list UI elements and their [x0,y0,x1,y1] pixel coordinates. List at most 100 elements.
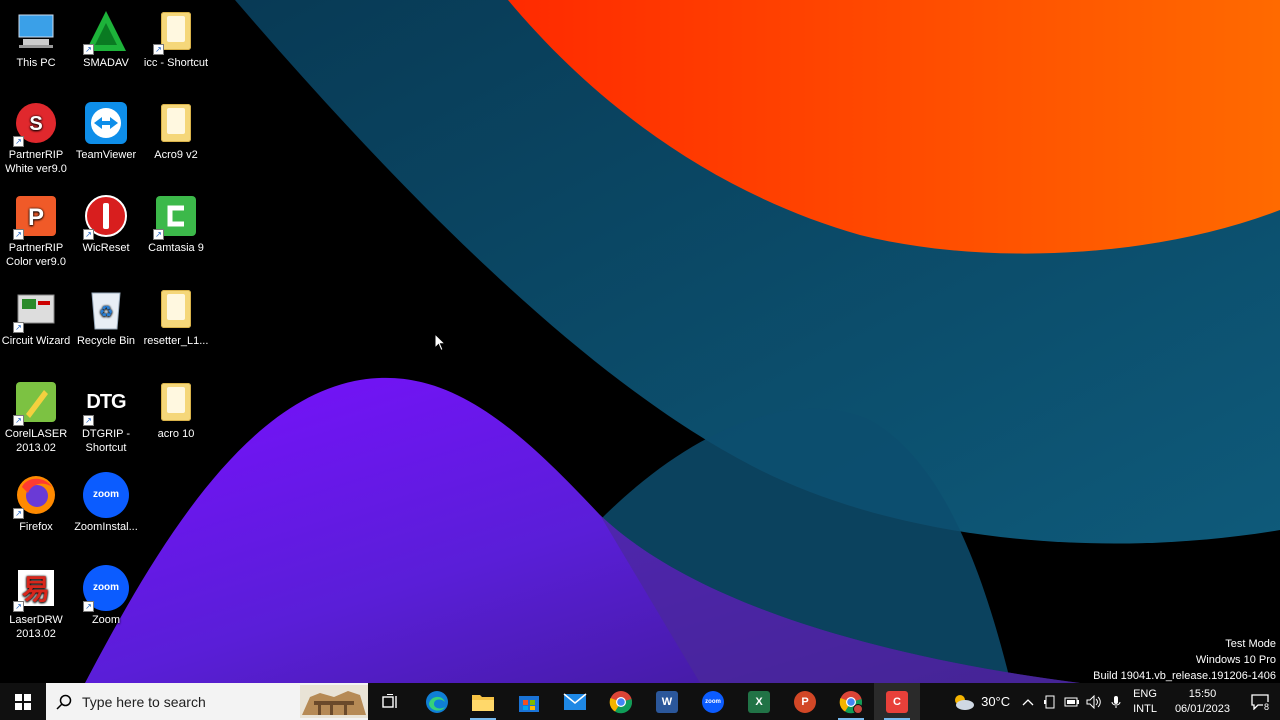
system-tray: 30°C ENG INTL 15:50 06/01/2023 8 [951,683,1280,720]
desktop-icon-resetter[interactable]: resetter_L1... [140,278,212,366]
taskbar-camtasia-button[interactable]: C [874,683,920,720]
weather-temperature: 30°C [981,694,1011,709]
desktop-icon-partnerrip-white[interactable]: S ↗ PartnerRIP White ver9.0 [0,92,72,180]
desktop-icon-label: PartnerRIP Color ver9.0 [6,242,66,268]
desktop-icon-teamviewer[interactable]: TeamViewer [70,92,142,180]
mouse-cursor-icon [434,333,446,352]
volume-button[interactable] [1083,683,1105,720]
svg-text:♻: ♻ [99,302,113,321]
windows-test-mode-watermark: Test Mode Windows 10 Pro Build 19041.vb_… [1093,636,1276,684]
taskbar-mail-button[interactable] [552,683,598,720]
action-center-button[interactable]: 8 [1240,683,1280,720]
shortcut-arrow-icon: ↗ [13,508,24,519]
desktop-icon-this-pc[interactable]: ↗ This PC [0,0,72,88]
speaker-icon [1086,694,1101,709]
taskbar-powerpoint-button[interactable]: P [782,683,828,720]
shortcut-arrow-icon: ↗ [83,229,94,240]
show-hidden-icons-button[interactable] [1017,683,1039,720]
svg-text:P: P [28,204,44,231]
shortcut-arrow-icon: ↗ [153,44,164,55]
folder-icon [153,379,199,425]
tray-device-button[interactable] [1039,683,1061,720]
folder-icon [153,286,199,332]
microphone-button[interactable] [1105,683,1127,720]
taskbar-word-button[interactable]: W [644,683,690,720]
store-icon [519,695,539,712]
shortcut-arrow-icon: ↗ [13,601,24,612]
taskbar-excel-button[interactable]: X [736,683,782,720]
desktop-icon-icc-shortcut[interactable]: ↗ icc - Shortcut [140,0,212,88]
shortcut-arrow-icon: ↗ [153,229,164,240]
battery-button[interactable] [1061,683,1083,720]
desktop-icon-acro10[interactable]: acro 10 [140,371,212,459]
svg-text:易: 易 [22,573,50,606]
desktop-icon-smadav[interactable]: ↗ SMADAV [70,0,142,88]
desktop-icon-corellaser[interactable]: ↗ CorelLASER 2013.02 [0,371,72,459]
this-pc-icon: ↗ [13,8,59,54]
chevron-up-icon [1022,698,1034,705]
desktop-icon-zoom[interactable]: zoom ↗ Zoom [70,557,142,645]
windows-logo-icon [15,693,31,710]
cloudy-icon [955,694,975,710]
input-language-button[interactable]: ENG INTL [1127,687,1165,717]
taskbar-chrome-profile-button[interactable] [828,683,874,720]
desktop-icon-recycle-bin[interactable]: ♻ Recycle Bin [70,278,142,366]
taskbar-store-button[interactable] [506,683,552,720]
powerpoint-icon: P [794,690,816,713]
partnerrip-white-icon: S ↗ [13,100,59,147]
zoom-installer-icon: zoom [83,472,129,518]
taskbar-edge-button[interactable] [414,683,460,720]
desktop-icon-zoom-installer[interactable]: zoom ZoomInstal... [70,464,142,552]
partnerrip-color-icon: P ↗ [13,193,59,240]
edge-icon [426,690,448,713]
word-icon: W [656,690,678,713]
taskbar-zoom-button[interactable]: zoom [690,683,736,720]
shortcut-arrow-icon: ↗ [13,415,24,426]
taskbar-search-box[interactable] [46,683,368,720]
chrome-icon [839,690,863,714]
taskbar-file-explorer-button[interactable] [460,683,506,720]
desktop-icon-camtasia[interactable]: ↗ Camtasia 9 [140,185,212,273]
zoom-logo-text: zoom [83,472,129,518]
clock-button[interactable]: 15:50 06/01/2023 [1165,687,1240,717]
desktop-icon-acro9[interactable]: Acro9 v2 [140,92,212,180]
wicreset-icon: ↗ [83,193,129,240]
dtg-logo-text: DTG [86,391,126,413]
search-icon [56,694,72,710]
desktop-icon-label: acro 10 [157,428,195,440]
excel-icon: X [748,690,770,713]
zoom-icon: zoom [702,690,724,713]
folder-icon [472,694,494,711]
shortcut-arrow-icon: ↗ [83,415,94,426]
desktop-icon-label: DTGRIP - Shortcut [81,428,131,454]
desktop-icon-wicreset[interactable]: ↗ WicReset [70,185,142,273]
folder-shortcut-icon: ↗ [153,8,199,55]
desktop-icon-laserdrw[interactable]: 易 ↗ LaserDRW 2013.02 [0,557,72,645]
svg-text:S: S [29,113,42,135]
laserdrw-icon: 易 ↗ [13,565,59,612]
search-input[interactable] [80,692,284,711]
taskbar-chrome-button[interactable] [598,683,644,720]
watermark-line: Test Mode [1225,638,1276,650]
smadav-icon: ↗ [83,8,129,55]
desktop-icon-firefox[interactable]: ↗ Firefox [0,464,72,552]
desktop-icon-dtgrip[interactable]: DTG ↗ DTGRIP - Shortcut [70,371,142,459]
taskbar-task-view-button[interactable] [368,683,414,720]
desktop-icon-label: LaserDRW 2013.02 [9,614,63,640]
mail-icon [563,692,587,710]
search-highlight-illustration-icon [300,685,368,718]
desktop-icon-label: Acro9 v2 [154,149,198,161]
shortcut-arrow-icon: ↗ [13,136,24,147]
desktop-icon-label: CorelLASER 2013.02 [4,428,68,454]
clock-time: 15:50 [1188,687,1217,700]
weather-widget[interactable]: 30°C [951,683,1017,720]
desktop-icon-partnerrip-color[interactable]: P ↗ PartnerRIP Color ver9.0 [0,185,72,273]
watermark-line: Windows 10 Pro [1195,654,1276,666]
desktop-icon-label: Zoom [91,614,121,626]
desktop-icon-label: ZoomInstal... [74,521,138,533]
desktop-icon-label: WicReset [82,242,130,254]
notification-count-badge: 8 [1262,702,1270,712]
firefox-icon: ↗ [13,472,59,519]
desktop-icon-circuit-wizard[interactable]: ↗ Circuit Wizard [0,278,72,366]
start-button[interactable] [0,683,46,720]
